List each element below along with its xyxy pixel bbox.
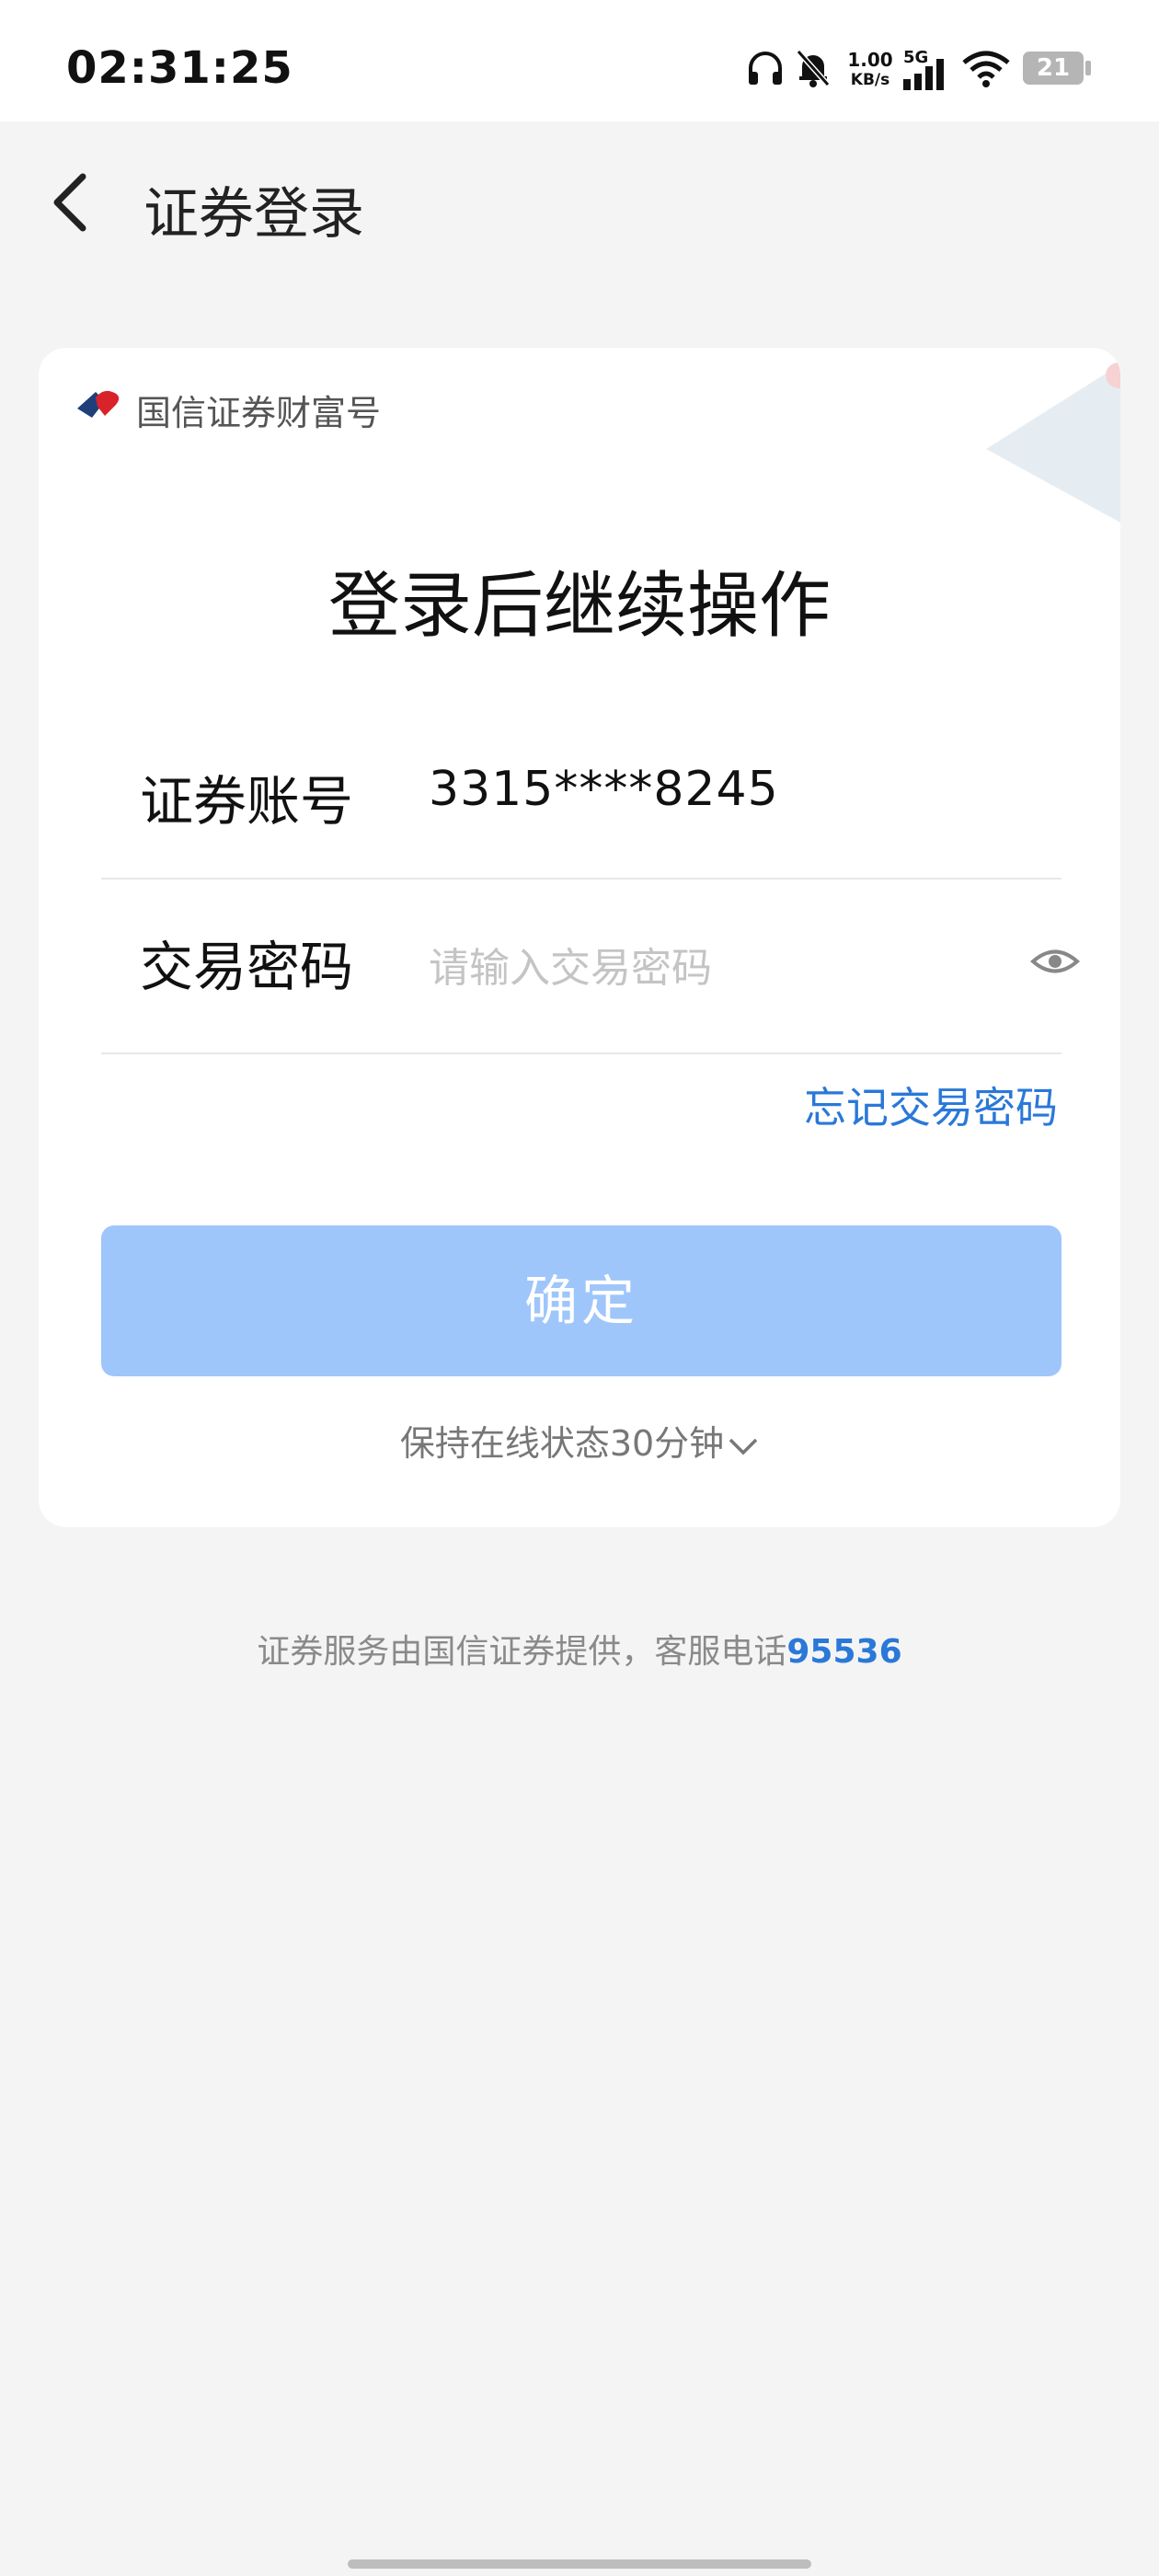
wifi-icon <box>962 51 1010 87</box>
headphones-icon <box>749 52 782 85</box>
confirm-button[interactable]: 确定 <box>101 1225 1061 1376</box>
forgot-password-link[interactable]: 忘记交易密码 <box>804 1075 1058 1135</box>
account-row: 证券账号 3315****8245 <box>101 705 1061 880</box>
battery-icon: 21 <box>1023 52 1084 85</box>
net-speed: 1.00 KB/s <box>847 49 893 89</box>
chevron-down-icon <box>729 1438 758 1455</box>
login-card: 国信证券财富号 登录后继续操作 证券账号 3315****8245 交易密码 忘… <box>39 348 1120 1527</box>
keep-online-label: 保持在线状态30分钟 <box>399 1423 725 1464</box>
brand-name: 国信证券财富号 <box>136 393 382 433</box>
signal-icon <box>903 59 944 90</box>
status-icons: 1.00 KB/s 5G 21 <box>745 44 1095 99</box>
service-phone-link[interactable]: 95536 <box>786 1633 901 1671</box>
eye-icon[interactable] <box>1030 937 1080 986</box>
chevron-left-icon[interactable] <box>44 166 99 239</box>
keep-online-toggle[interactable]: 保持在线状态30分钟 <box>39 1415 1120 1466</box>
status-bar: 02:31:25 1.00 KB/s 5G 21 <box>0 0 1159 121</box>
account-label: 证券账号 <box>140 770 354 833</box>
account-value: 3315****8245 <box>429 762 779 817</box>
brand-logo-icon <box>77 390 120 418</box>
footer-service-info: 证券服务由国信证券提供，客服电话95536 <box>0 1625 1159 1673</box>
battery-cap <box>1085 61 1091 75</box>
watermark-graphic <box>986 362 1120 523</box>
password-label: 交易密码 <box>140 936 354 998</box>
footer-text: 证券服务由国信证券提供，客服电话 <box>257 1633 787 1671</box>
password-input[interactable] <box>429 931 944 1005</box>
login-headline: 登录后继续操作 <box>327 565 831 648</box>
nav-bar: 证券登录 <box>0 121 1159 278</box>
mute-bell-icon <box>796 50 831 87</box>
home-indicator[interactable] <box>348 2559 811 2569</box>
status-time: 02:31:25 <box>66 42 293 94</box>
page-title: 证券登录 <box>143 182 364 247</box>
password-row: 交易密码 <box>101 880 1080 1054</box>
